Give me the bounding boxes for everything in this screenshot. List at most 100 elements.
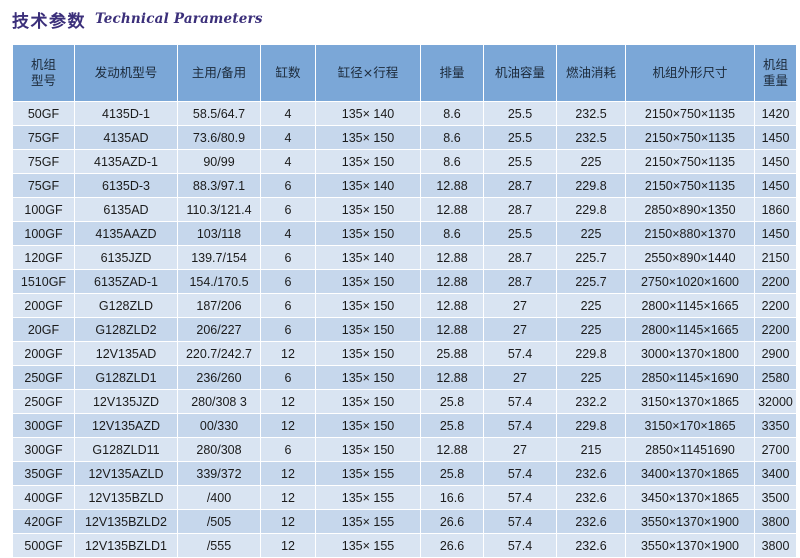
cell-prime_standby: /400 bbox=[178, 486, 260, 509]
cell-engine_model: 4135AAZD bbox=[75, 222, 177, 245]
cell-dimensions: 2150×750×1135 bbox=[626, 126, 754, 149]
cell-cylinders: 6 bbox=[261, 366, 315, 389]
page-title: 技术参数 Technical Parameters bbox=[12, 2, 263, 36]
cell-fuel_consumption: 229.8 bbox=[557, 342, 625, 365]
cell-dimensions: 2850×11451690 bbox=[626, 438, 754, 461]
cell-dimensions: 2150×750×1135 bbox=[626, 150, 754, 173]
cell-displacement: 8.6 bbox=[421, 102, 483, 125]
cell-bore_stroke: 135× 150 bbox=[316, 390, 420, 413]
column-header-label: 机组 bbox=[762, 57, 788, 73]
cell-fuel_consumption: 225 bbox=[557, 294, 625, 317]
table-row: 100GF 4135AAZD 103/118 4 135× 150 8.6 25.5 225 2… bbox=[13, 222, 796, 245]
table-header: 机组 型号 发动机型号 主用/备用 缸数 缸径×行程 排量 机油容量 燃油消耗 机组外形尺寸 机组重… bbox=[13, 45, 796, 101]
cell-fuel_consumption: 225.7 bbox=[557, 270, 625, 293]
cell-unit_model: 250GF bbox=[13, 366, 74, 389]
cell-oil_capacity: 25.5 bbox=[484, 222, 556, 245]
cell-weight: 3350 bbox=[755, 414, 796, 437]
column-header-label: 缸径×行程 bbox=[337, 65, 399, 81]
cell-displacement: 26.6 bbox=[421, 510, 483, 533]
cell-unit_model: 400GF bbox=[13, 486, 74, 509]
cell-prime_standby: 220.7/242.7 bbox=[178, 342, 260, 365]
cell-displacement: 16.6 bbox=[421, 486, 483, 509]
cell-engine_model: 4135D-1 bbox=[75, 102, 177, 125]
page-title-chinese: 技术参数 bbox=[12, 11, 86, 32]
column-header-bore_stroke: 缸径×行程 bbox=[316, 45, 420, 101]
cell-cylinders: 12 bbox=[261, 390, 315, 413]
cell-unit_model: 300GF bbox=[13, 414, 74, 437]
cell-engine_model: 12V135BZLD1 bbox=[75, 534, 177, 557]
cell-cylinders: 12 bbox=[261, 462, 315, 485]
cell-oil_capacity: 25.5 bbox=[484, 126, 556, 149]
column-header-oil_capacity: 机油容量 bbox=[484, 45, 556, 101]
cell-prime_standby: 154./170.5 bbox=[178, 270, 260, 293]
cell-fuel_consumption: 229.8 bbox=[557, 198, 625, 221]
cell-weight: 1420 bbox=[755, 102, 796, 125]
cell-bore_stroke: 135× 150 bbox=[316, 438, 420, 461]
cell-dimensions: 3150×1370×1865 bbox=[626, 390, 754, 413]
cell-weight: 2150 bbox=[755, 246, 796, 269]
cell-weight: 3400 bbox=[755, 462, 796, 485]
cell-prime_standby: 88.3/97.1 bbox=[178, 174, 260, 197]
cell-displacement: 8.6 bbox=[421, 126, 483, 149]
cell-weight: 32000 bbox=[755, 390, 796, 413]
cell-prime_standby: 206/227 bbox=[178, 318, 260, 341]
cell-weight: 2200 bbox=[755, 318, 796, 341]
table-row: 300GF G128ZLD11 280/308 6 135× 150 12.88 27 215… bbox=[13, 438, 796, 461]
cell-displacement: 25.8 bbox=[421, 462, 483, 485]
cell-weight: 2200 bbox=[755, 294, 796, 317]
cell-prime_standby: 73.6/80.9 bbox=[178, 126, 260, 149]
cell-cylinders: 4 bbox=[261, 150, 315, 173]
cell-prime_standby: 58.5/64.7 bbox=[178, 102, 260, 125]
cell-prime_standby: 139.7/154 bbox=[178, 246, 260, 269]
cell-engine_model: G128ZLD11 bbox=[75, 438, 177, 461]
column-header-fuel_consumption: 燃油消耗 bbox=[557, 45, 625, 101]
cell-cylinders: 6 bbox=[261, 438, 315, 461]
cell-cylinders: 4 bbox=[261, 126, 315, 149]
cell-oil_capacity: 27 bbox=[484, 366, 556, 389]
cell-displacement: 26.6 bbox=[421, 534, 483, 557]
cell-dimensions: 2750×1020×1600 bbox=[626, 270, 754, 293]
column-header-label: 排量 bbox=[439, 65, 465, 81]
cell-weight: 1450 bbox=[755, 174, 796, 197]
cell-fuel_consumption: 232.2 bbox=[557, 390, 625, 413]
cell-unit_model: 250GF bbox=[13, 390, 74, 413]
table-row: 250GF G128ZLD1 236/260 6 135× 150 12.88 27 225 2… bbox=[13, 366, 796, 389]
cell-prime_standby: 110.3/121.4 bbox=[178, 198, 260, 221]
cell-oil_capacity: 25.5 bbox=[484, 102, 556, 125]
cell-oil_capacity: 57.4 bbox=[484, 534, 556, 557]
cell-oil_capacity: 28.7 bbox=[484, 174, 556, 197]
cell-cylinders: 12 bbox=[261, 414, 315, 437]
column-header-unit_model: 机组 型号 bbox=[13, 45, 74, 101]
cell-oil_capacity: 57.4 bbox=[484, 390, 556, 413]
cell-dimensions: 2850×890×1350 bbox=[626, 198, 754, 221]
cell-unit_model: 200GF bbox=[13, 294, 74, 317]
table-row: 75GF 4135AZD-1 90/99 4 135× 150 8.6 25.5 225 215… bbox=[13, 150, 796, 173]
cell-cylinders: 12 bbox=[261, 510, 315, 533]
cell-prime_standby: /555 bbox=[178, 534, 260, 557]
cell-displacement: 12.88 bbox=[421, 318, 483, 341]
cell-bore_stroke: 135× 155 bbox=[316, 510, 420, 533]
cell-engine_model: 6135JZD bbox=[75, 246, 177, 269]
column-header-dimensions: 机组外形尺寸 bbox=[626, 45, 754, 101]
cell-engine_model: 12V135AD bbox=[75, 342, 177, 365]
cell-engine_model: 6135ZAD-1 bbox=[75, 270, 177, 293]
cell-unit_model: 300GF bbox=[13, 438, 74, 461]
column-header-label: 机组外形尺寸 bbox=[652, 65, 728, 81]
cell-fuel_consumption: 229.8 bbox=[557, 174, 625, 197]
table-row: 200GF 12V135AD 220.7/242.7 12 135× 150 25.88 5… bbox=[13, 342, 796, 365]
column-header-label: 主用/备用 bbox=[191, 65, 247, 81]
column-header-label: 发动机型号 bbox=[94, 65, 158, 81]
cell-unit_model: 75GF bbox=[13, 126, 74, 149]
cell-bore_stroke: 135× 150 bbox=[316, 126, 420, 149]
cell-weight: 2580 bbox=[755, 366, 796, 389]
cell-dimensions: 3400×1370×1865 bbox=[626, 462, 754, 485]
cell-dimensions: 2150×750×1135 bbox=[626, 102, 754, 125]
cell-displacement: 12.88 bbox=[421, 366, 483, 389]
cell-displacement: 12.88 bbox=[421, 246, 483, 269]
cell-displacement: 25.88 bbox=[421, 342, 483, 365]
table-row: 100GF 6135AD 110.3/121.4 6 135× 150 12.88 28.7… bbox=[13, 198, 796, 221]
cell-displacement: 25.8 bbox=[421, 414, 483, 437]
table-row: 400GF 12V135BZLD/400 12 135× 155 16.6 57.4 232… bbox=[13, 486, 796, 509]
cell-dimensions: 3550×1370×1900 bbox=[626, 534, 754, 557]
table-row: 75GF 4135AD 73.6/80.9 4 135× 150 8.6 25.5 232.5… bbox=[13, 126, 796, 149]
